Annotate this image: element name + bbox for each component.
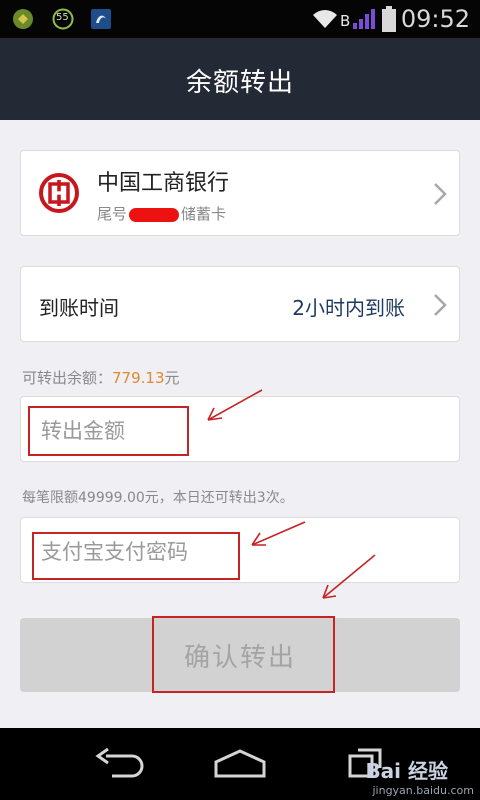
signal-icon — [353, 9, 375, 29]
status-time: 09:52 — [400, 5, 470, 33]
battery-icon — [382, 6, 396, 32]
page-title: 余额转出 — [185, 68, 294, 98]
system-nav-bar: Bai 经验 jingyan.baidu.com — [0, 728, 480, 800]
annotation-box-confirm — [152, 616, 335, 693]
annotation-box-amount — [28, 406, 189, 456]
status-badge-number: 55 — [56, 12, 69, 23]
arrival-time-value: 2小时内到账 — [292, 296, 405, 320]
signal-letter: B — [340, 12, 351, 30]
available-balance-unit: 元 — [164, 369, 180, 387]
available-balance-amount: 779.13 — [112, 369, 165, 387]
icbc-logo-icon — [39, 173, 79, 213]
bank-name: 中国工商银行 — [97, 171, 230, 196]
header: 余额转出 — [0, 38, 480, 120]
card-tail-prefix: 尾号 — [97, 205, 128, 223]
bank-card-selector[interactable]: 中国工商银行 尾号 储蓄卡 — [20, 150, 460, 236]
card-type: 储蓄卡 — [181, 205, 227, 223]
available-balance-label: 可转出余额： — [22, 369, 113, 387]
chevron-right-icon — [434, 183, 447, 205]
status-app-icon-1 — [13, 9, 33, 29]
bank-card-info: 尾号 储蓄卡 — [97, 203, 226, 224]
redacted-card-number — [129, 207, 180, 222]
watermark-logo: Bai 经验 — [365, 759, 448, 783]
watermark-url: jingyan.baidu.com — [372, 784, 474, 797]
wifi-icon — [313, 10, 337, 28]
arrival-time-selector[interactable]: 到账时间 2小时内到账 — [20, 266, 460, 342]
chevron-right-icon — [434, 294, 447, 316]
home-icon[interactable] — [212, 748, 268, 778]
arrival-time-label: 到账时间 — [39, 296, 119, 320]
status-bar: 55 B 09:52 — [0, 0, 480, 38]
annotation-box-password — [32, 532, 240, 580]
limit-note: 每笔限额49999.00元，本日还可转出3次。 — [22, 490, 294, 506]
status-app-icon-3 — [91, 9, 111, 29]
available-balance: 可转出余额：779.13元 — [22, 367, 180, 388]
back-icon[interactable] — [92, 748, 146, 778]
